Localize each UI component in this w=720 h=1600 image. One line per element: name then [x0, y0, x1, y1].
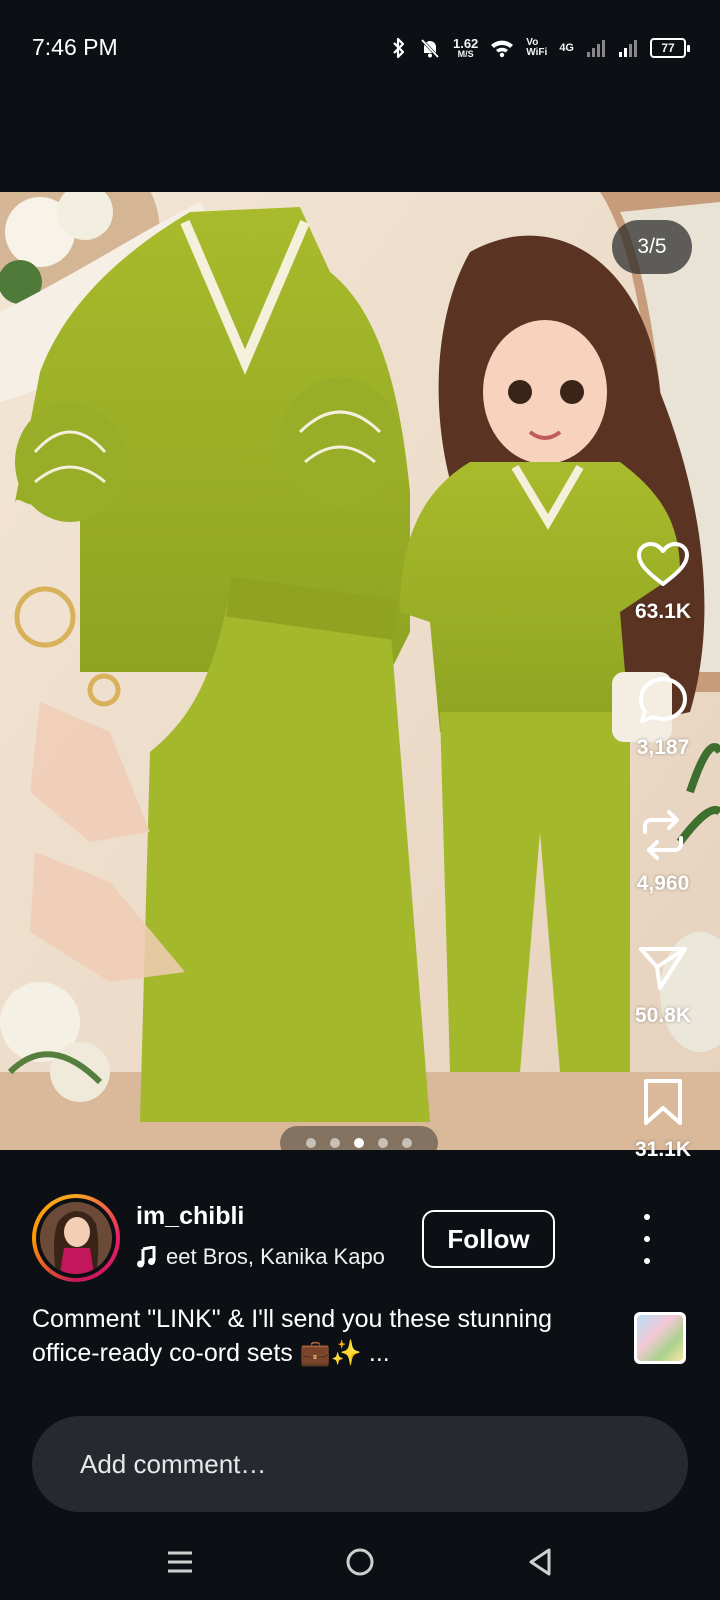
like-action[interactable]: 63.1K [618, 542, 708, 624]
home-circle-icon [346, 1548, 374, 1576]
add-comment-input[interactable]: Add comment… [32, 1416, 688, 1512]
save-count: 31.1K [634, 1138, 692, 1161]
bluetooth-icon [393, 37, 405, 59]
avatar[interactable] [40, 1202, 112, 1274]
username[interactable]: im_chibli [136, 1202, 244, 1231]
share-action[interactable]: 50.8K [618, 944, 708, 1028]
system-nav-bar [0, 1530, 720, 1600]
network-type: 4G [559, 42, 574, 54]
comment-action[interactable]: 3,187 [618, 676, 708, 760]
carousel-dot[interactable] [378, 1138, 388, 1148]
vowifi-indicator: Vo WiFi [526, 37, 548, 59]
music-label[interactable]: eet Bros, Kanika Kapo [136, 1244, 406, 1270]
carousel-dot[interactable] [330, 1138, 340, 1148]
vowifi-line2: WiFi [526, 47, 548, 58]
avatar-story-ring[interactable] [32, 1194, 120, 1282]
post-caption[interactable]: Comment "LINK" & I'll send you these stu… [32, 1302, 592, 1370]
recent-apps-button[interactable] [160, 1542, 200, 1582]
network-speed: 1.62 M/S [453, 37, 478, 59]
heart-icon[interactable] [637, 542, 689, 588]
repost-icon[interactable] [639, 810, 687, 860]
like-count: 63.1K [634, 600, 692, 623]
related-post-thumbnail[interactable] [634, 1312, 686, 1364]
music-note-icon [137, 1246, 156, 1268]
comment-icon[interactable] [638, 676, 688, 724]
music-title: eet Bros, Kanika Kapo [166, 1244, 385, 1269]
outfit-illustration [0, 192, 720, 1150]
author-row: im_chibli eet Bros, Kanika Kapo Follow [32, 1192, 688, 1282]
mute-bell-icon [420, 38, 440, 59]
save-action[interactable]: 31.1K [618, 1078, 708, 1162]
more-options-icon[interactable] [642, 1214, 652, 1264]
status-time: 7:46 PM [32, 34, 118, 60]
status-bar: 7:46 PM 1.62 M/S Vo WiFi 4G 77 [0, 0, 720, 96]
repost-action[interactable]: 4,960 [618, 810, 708, 896]
battery-icon: 77 [650, 38, 690, 58]
menu-icon [168, 1551, 192, 1573]
back-button[interactable] [520, 1542, 560, 1582]
wifi-icon [491, 40, 514, 58]
share-count: 50.8K [634, 1004, 692, 1027]
post-image[interactable]: 3/5 [0, 192, 720, 1150]
carousel-dot[interactable] [402, 1138, 412, 1148]
network-speed-unit: M/S [457, 49, 474, 59]
repost-count: 4,960 [636, 872, 690, 895]
back-triangle-icon [529, 1548, 551, 1576]
avatar-image [40, 1202, 112, 1274]
bookmark-icon[interactable] [642, 1078, 684, 1126]
signal-icon-2 [619, 40, 637, 57]
slide-counter: 3/5 [612, 220, 692, 274]
send-icon[interactable] [638, 944, 688, 992]
signal-icon-1 [587, 40, 605, 57]
follow-button[interactable]: Follow [422, 1210, 555, 1268]
comment-count: 3,187 [636, 736, 690, 759]
comment-placeholder: Add comment… [80, 1448, 267, 1479]
home-button[interactable] [340, 1542, 380, 1582]
carousel-dot-active[interactable] [354, 1138, 364, 1148]
carousel-dot[interactable] [306, 1138, 316, 1148]
carousel-dots [280, 1126, 438, 1150]
status-icons: 1.62 M/S Vo WiFi 4G 77 [391, 34, 690, 62]
